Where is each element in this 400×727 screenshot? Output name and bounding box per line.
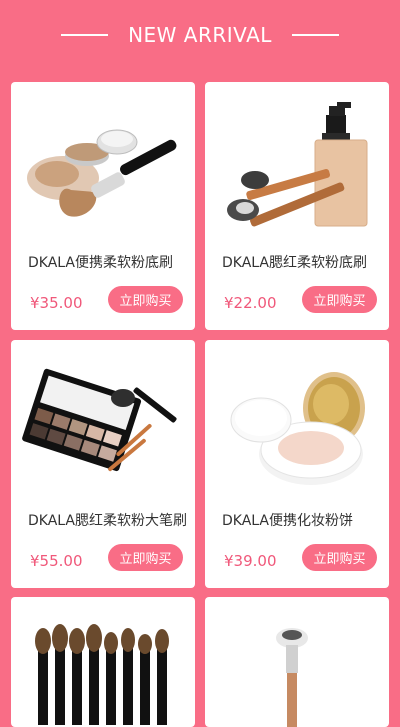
product-name: DKALA便携化妆粉饼 xyxy=(222,513,353,529)
product-card-1[interactable]: DKALA便携柔软粉底刷 ¥35.00 立即购买 xyxy=(11,82,195,330)
buy-now-button[interactable]: 立即购买 xyxy=(108,544,183,571)
foundation-bottle-icon xyxy=(227,102,368,227)
product-price: ¥35.00 xyxy=(30,294,83,312)
product-card-3[interactable]: DKALA腮红柔软粉大笔刷 ¥55.00 立即购买 xyxy=(11,340,195,588)
product-grid: DKALA便携柔软粉底刷 ¥35.00 立即购买 DKALA腮红柔软粉底刷 ¥2… xyxy=(0,0,400,727)
product-card-2[interactable]: DKALA腮红柔软粉底刷 ¥22.00 立即购买 xyxy=(205,82,389,330)
buy-now-button[interactable]: 立即购买 xyxy=(302,544,377,571)
powder-brush-icon xyxy=(27,129,177,217)
product-price: ¥22.00 xyxy=(224,294,277,312)
product-card-4[interactable]: DKALA便携化妆粉饼 ¥39.00 立即购买 xyxy=(205,340,389,588)
buy-now-button[interactable]: 立即购买 xyxy=(108,286,183,313)
buy-now-button[interactable]: 立即购买 xyxy=(302,286,377,313)
product-price: ¥39.00 xyxy=(224,552,277,570)
product-name: DKALA便携柔软粉底刷 xyxy=(28,255,173,271)
eyeshadow-palette-icon xyxy=(22,368,177,472)
product-price: ¥55.00 xyxy=(30,552,83,570)
product-name: DKALA腮红柔软粉底刷 xyxy=(222,255,367,271)
product-name: DKALA腮红柔软粉大笔刷 xyxy=(28,513,187,529)
compact-powder-icon xyxy=(230,372,365,485)
